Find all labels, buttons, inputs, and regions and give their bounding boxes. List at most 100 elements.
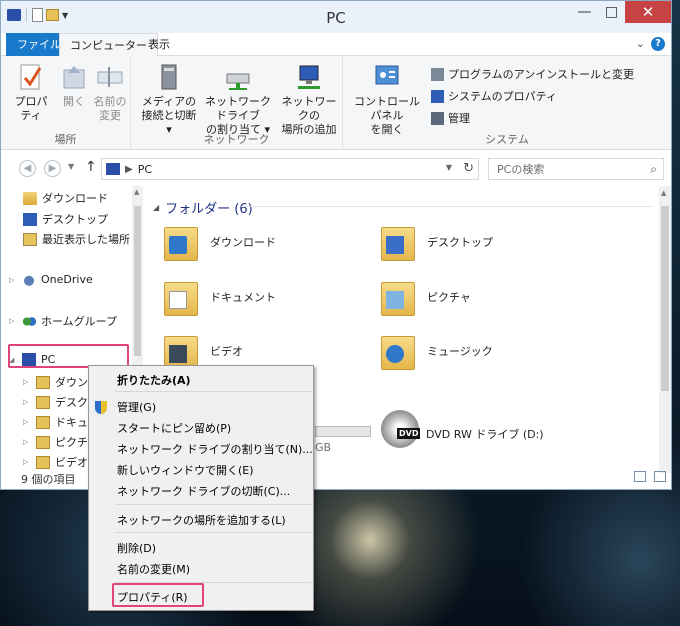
ribbon-group-network: メディアの 接続と切断 ▾ ネットワーク ドライブ の割り当て ▾ ネットワーク… (131, 56, 343, 150)
open-label: 開く (63, 95, 85, 108)
menu-separator (115, 504, 311, 505)
programs-icon (431, 67, 444, 81)
uac-shield-icon (95, 401, 107, 414)
nav-item-desktop[interactable]: デスクトップ (23, 211, 108, 227)
expand-arrow-icon[interactable]: ▷ (23, 398, 31, 406)
help-icon[interactable]: ? (651, 37, 665, 51)
menu-item-rename[interactable]: 名前の変更(M) (117, 561, 190, 577)
map-network-drive-button[interactable]: ネットワーク ドライブ の割り当て ▾ (199, 62, 277, 137)
folder-documents[interactable]: ドキュメント (164, 278, 276, 316)
network-location-icon (298, 65, 320, 89)
expand-arrow-icon[interactable]: ▷ (23, 458, 31, 466)
content-scrollbar[interactable]: ▲ (659, 186, 671, 473)
search-placeholder: PCの検索 (497, 163, 545, 176)
folders-group-label: フォルダー (6) (165, 202, 253, 217)
uninstall-label: プログラムのアンインストールと変更 (448, 68, 635, 81)
group-divider (241, 206, 653, 207)
menu-item-disconnect-network-drive[interactable]: ネットワーク ドライブの切断(C)... (117, 483, 290, 499)
music-folder-icon (381, 332, 415, 370)
menu-item-collapse[interactable]: 折りたたみ(A) (117, 372, 191, 388)
manage-button[interactable]: 管理 (431, 110, 470, 126)
expand-arrow-icon[interactable]: ▷ (9, 276, 17, 284)
ribbon-tabs: ファイル コンピューター 表示 ⌄ ? (1, 33, 671, 57)
expand-arrow-icon[interactable]: ▷ (23, 438, 31, 446)
nav-item-recent-places[interactable]: 最近表示した場所 (23, 231, 130, 247)
nav-item-homegroup[interactable]: ▷ ホームグループ (9, 313, 117, 329)
media-connect-button[interactable]: メディアの 接続と切断 ▾ (139, 62, 199, 137)
minimize-button[interactable]: — (571, 1, 598, 23)
up-button[interactable]: ↑ (85, 159, 97, 175)
refresh-icon[interactable]: ↻ (463, 161, 474, 176)
menu-item-pin-to-start[interactable]: スタートにピン留め(P) (117, 420, 231, 436)
nav-scroll-thumb[interactable] (134, 206, 141, 356)
breadcrumb-pc[interactable]: PC (138, 163, 152, 176)
pictures-folder-icon (36, 435, 50, 449)
folders-group-header[interactable]: ◢ フォルダー (6) (153, 198, 253, 217)
videos-folder-icon (36, 455, 50, 469)
context-menu: 折りたたみ(A) 管理(G) スタートにピン留め(P) ネットワーク ドライブの… (88, 365, 314, 611)
folder-music[interactable]: ミュージック (381, 332, 493, 370)
downloads-folder-icon (36, 375, 50, 389)
nav-item-downloads[interactable]: ダウンロード (23, 190, 108, 206)
expand-arrow-icon[interactable]: ▷ (9, 317, 17, 325)
search-input[interactable]: PCの検索 ⌕ (488, 158, 664, 180)
address-dropdown-icon[interactable]: ▼ (446, 163, 452, 172)
maximize-button[interactable]: □ (598, 1, 625, 23)
large-icons-view-icon[interactable] (654, 471, 666, 482)
uninstall-programs-button[interactable]: プログラムのアンインストールと変更 (431, 66, 634, 82)
documents-folder-icon (36, 415, 50, 429)
nav-item-pc-videos[interactable]: ▷ ビデオ (23, 454, 88, 470)
control-panel-button[interactable]: コントロール パネル を開く (347, 62, 427, 137)
menu-item-open-new-window[interactable]: 新しいウィンドウで開く(E) (117, 462, 254, 478)
forward-button[interactable]: ▶ (44, 160, 61, 177)
group-label-location: 場所 (54, 133, 77, 146)
content-scroll-thumb[interactable] (661, 206, 669, 391)
nav-item-onedrive[interactable]: ▷ OneDrive (9, 273, 93, 286)
tab-view[interactable]: 表示 (138, 33, 180, 56)
nav-label: デスクトップ (42, 213, 108, 226)
recent-locations-dropdown[interactable]: ▼ (68, 162, 74, 171)
menu-item-map-network-drive[interactable]: ネットワーク ドライブの割り当て(N)... (117, 441, 313, 457)
details-view-icon[interactable] (634, 471, 646, 482)
view-switcher (634, 471, 666, 482)
expand-arrow-icon[interactable]: ▷ (23, 418, 31, 426)
downloads-folder-icon (164, 223, 198, 261)
folder-downloads[interactable]: ダウンロード (164, 223, 276, 261)
system-properties-label: システムのプロパティ (448, 90, 558, 103)
address-bar-row: ◀ ▶ ▼ ↑ ▶ PC ▼ ↻ PCの検索 ⌕ (1, 150, 671, 186)
c-drive-size: GB (315, 441, 332, 454)
documents-folder-icon (164, 278, 198, 316)
media-label-line2: 接続と切断 (141, 109, 197, 122)
scroll-up-icon[interactable]: ▲ (661, 189, 666, 197)
media-server-icon (161, 64, 177, 90)
menu-item-manage[interactable]: 管理(G) (117, 399, 156, 415)
properties-button[interactable]: プロパティ (11, 62, 51, 123)
menu-item-add-network-location[interactable]: ネットワークの場所を追加する(L) (117, 512, 286, 528)
add-network-location-button[interactable]: ネットワークの 場所の追加 (279, 62, 339, 137)
system-properties-button[interactable]: システムのプロパティ (431, 88, 557, 104)
folder-desktop[interactable]: デスクトップ (381, 223, 493, 261)
search-icon[interactable]: ⌕ (650, 162, 657, 177)
rename-button[interactable]: 名前の 変更 (91, 62, 129, 123)
collapse-group-icon[interactable]: ◢ (153, 203, 159, 212)
pc-icon (106, 163, 120, 175)
folder-label: ドキュメント (210, 291, 276, 304)
c-drive-usage-bar (315, 426, 371, 437)
folder-pictures[interactable]: ピクチャ (381, 278, 471, 316)
back-button[interactable]: ◀ (19, 160, 36, 177)
breadcrumb-separator-icon[interactable]: ▶ (125, 164, 133, 175)
menu-separator (115, 391, 311, 392)
folder-label: デスクトップ (427, 236, 493, 249)
scroll-up-icon[interactable]: ▲ (134, 188, 139, 196)
open-button[interactable]: 開く (59, 62, 89, 109)
close-button[interactable]: ✕ (625, 1, 671, 23)
address-bar[interactable]: ▶ PC ▼ ↻ (101, 158, 479, 180)
ribbon-expand-icon[interactable]: ⌄ (636, 37, 645, 50)
menu-item-delete[interactable]: 削除(D) (117, 540, 156, 556)
manage-label: 管理 (448, 112, 470, 125)
dvd-drive-icon[interactable]: DVD (381, 410, 421, 448)
dvd-drive-label[interactable]: DVD RW ドライブ (D:) (426, 426, 544, 442)
expand-arrow-icon[interactable]: ▷ (23, 378, 31, 386)
folder-label: ビデオ (210, 345, 243, 358)
properties-label: プロパティ (14, 95, 48, 122)
